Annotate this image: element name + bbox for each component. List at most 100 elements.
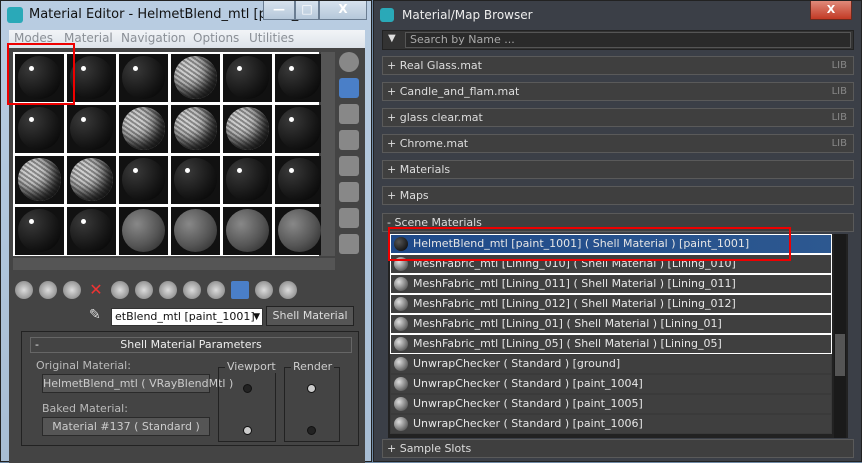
sample-slot[interactable] <box>15 207 64 255</box>
sample-slot[interactable] <box>15 105 64 153</box>
sample-slot[interactable] <box>275 207 324 255</box>
list-item[interactable]: UnwrapChecker ( Standard ) [ground] <box>390 354 832 374</box>
reset-map-icon[interactable]: ✕ <box>87 281 105 299</box>
material-editor-window: Material Editor - HelmetBlend_mtl [paint… <box>0 0 372 463</box>
viewport-group: Viewport <box>218 360 278 442</box>
viewport-baked-radio[interactable] <box>243 426 252 435</box>
sample-slot[interactable] <box>15 156 64 204</box>
rollout-title: Shell Material Parameters <box>120 338 262 351</box>
background-checker-icon[interactable] <box>339 104 359 124</box>
list-item[interactable]: UnwrapChecker ( Standard ) [paint_1004] <box>390 374 832 394</box>
uv-tiling-icon[interactable] <box>339 130 359 150</box>
show-end-result-icon[interactable] <box>231 281 249 299</box>
sample-slot[interactable] <box>119 156 168 204</box>
go-to-parent-icon[interactable] <box>255 281 273 299</box>
sample-slot[interactable] <box>223 105 272 153</box>
select-by-material-icon[interactable] <box>339 234 359 254</box>
menu-navigation[interactable]: Navigation <box>121 31 186 45</box>
sample-slot[interactable] <box>275 54 324 102</box>
rollout-label: + Materials <box>387 163 451 176</box>
close-button[interactable]: X <box>810 1 852 20</box>
make-unique-icon[interactable] <box>135 281 153 299</box>
sample-slot[interactable] <box>171 54 220 102</box>
list-scrollbar[interactable] <box>834 234 846 438</box>
material-sphere-icon <box>394 317 408 331</box>
close-button[interactable]: X <box>319 1 367 20</box>
list-item[interactable]: MeshFabric_mtl [Lining_011] ( Shell Mate… <box>390 274 832 294</box>
app-icon <box>380 8 394 22</box>
rollout-label: + Candle_and_flam.mat <box>387 85 520 98</box>
minimize-button[interactable]: — <box>263 1 295 20</box>
baked-material-button[interactable]: Material #137 ( Standard ) <box>42 417 210 436</box>
rollout-item[interactable]: + Maps <box>382 186 854 205</box>
put-to-library-icon[interactable] <box>159 281 177 299</box>
sample-slot[interactable] <box>119 207 168 255</box>
sample-slot[interactable] <box>119 54 168 102</box>
sample-type-icon[interactable] <box>339 52 359 72</box>
sample-slot[interactable] <box>67 207 116 255</box>
list-item[interactable]: MeshFabric_mtl [Lining_012] ( Shell Mate… <box>390 294 832 314</box>
material-sphere <box>122 107 165 150</box>
material-name-dropdown[interactable]: etBlend_mtl [paint_1001] ▼ <box>111 308 263 326</box>
make-preview-icon[interactable] <box>339 182 359 202</box>
material-type-button[interactable]: Shell Material <box>266 306 354 326</box>
slot-scrollbar[interactable] <box>321 52 335 256</box>
menu-utilities[interactable]: Utilities <box>249 31 294 45</box>
sample-slot[interactable] <box>67 156 116 204</box>
rollout-sample-slots[interactable]: + Sample Slots <box>382 439 854 458</box>
list-item[interactable]: MeshFabric_mtl [Lining_05] ( Shell Mater… <box>390 334 832 354</box>
rollout-item[interactable]: + glass clear.mat LIB <box>382 108 854 127</box>
video-color-check-icon[interactable] <box>339 156 359 176</box>
sample-slot[interactable] <box>119 105 168 153</box>
rollout-item[interactable]: + Materials <box>382 160 854 179</box>
material-sphere-icon <box>394 417 408 431</box>
copy-material-icon[interactable] <box>111 281 129 299</box>
material-id-icon[interactable] <box>183 281 201 299</box>
show-map-in-viewport-icon[interactable] <box>207 281 225 299</box>
sample-slot[interactable] <box>171 105 220 153</box>
options-icon[interactable] <box>339 208 359 228</box>
rollout-label: + Maps <box>387 189 429 202</box>
material-sphere-icon <box>394 277 408 291</box>
lib-badge: LIB <box>831 86 847 97</box>
rollout-header[interactable]: - Shell Material Parameters <box>30 337 352 353</box>
maximize-button[interactable]: □ <box>295 1 319 20</box>
list-item[interactable]: UnwrapChecker ( Standard ) [paint_1005] <box>390 394 832 414</box>
list-item[interactable]: UnwrapChecker ( Standard ) [paint_1006] <box>390 414 832 434</box>
slot-hscrollbar[interactable] <box>13 258 335 270</box>
material-sphere <box>70 56 113 99</box>
material-sphere <box>18 158 61 201</box>
put-to-scene-icon[interactable] <box>39 281 57 299</box>
sample-slot[interactable] <box>223 54 272 102</box>
rollout-item[interactable]: + Chrome.mat LIB <box>382 134 854 153</box>
menu-options[interactable]: Options <box>193 31 239 45</box>
scrollbar-thumb[interactable] <box>835 334 845 376</box>
material-sphere <box>278 56 321 99</box>
sample-slot[interactable] <box>67 105 116 153</box>
lib-badge: LIB <box>831 60 847 71</box>
list-item[interactable]: MeshFabric_mtl [Lining_01] ( Shell Mater… <box>390 314 832 334</box>
material-sphere <box>278 209 321 252</box>
pick-material-icon[interactable]: ✎ <box>89 307 101 323</box>
backlight-icon[interactable] <box>339 78 359 98</box>
sample-slot[interactable] <box>171 207 220 255</box>
sample-slot[interactable] <box>223 207 272 255</box>
viewport-original-radio[interactable] <box>243 384 252 393</box>
render-original-radio[interactable] <box>307 384 316 393</box>
search-input[interactable]: Search by Name ... <box>405 32 851 48</box>
go-forward-sibling-icon[interactable] <box>279 281 297 299</box>
options-menu-icon[interactable]: ▼ <box>388 33 396 44</box>
rollout-item[interactable]: + Candle_and_flam.mat LIB <box>382 82 854 101</box>
editor-body: ✕ ✎ etBlend_mtl [paint_1001] ▼ Shell Mate… <box>7 43 365 463</box>
sample-slot[interactable] <box>275 156 324 204</box>
assign-to-selection-icon[interactable] <box>63 281 81 299</box>
sample-slot[interactable] <box>223 156 272 204</box>
render-baked-radio[interactable] <box>307 426 316 435</box>
sample-slot[interactable] <box>275 105 324 153</box>
get-material-icon[interactable] <box>15 281 33 299</box>
material-sphere-icon <box>394 357 408 371</box>
material-sphere <box>70 158 113 201</box>
sample-slot[interactable] <box>171 156 220 204</box>
original-material-button[interactable]: HelmetBlend_mtl ( VRayBlendMtl ) <box>42 374 233 393</box>
rollout-item[interactable]: + Real Glass.mat LIB <box>382 56 854 75</box>
